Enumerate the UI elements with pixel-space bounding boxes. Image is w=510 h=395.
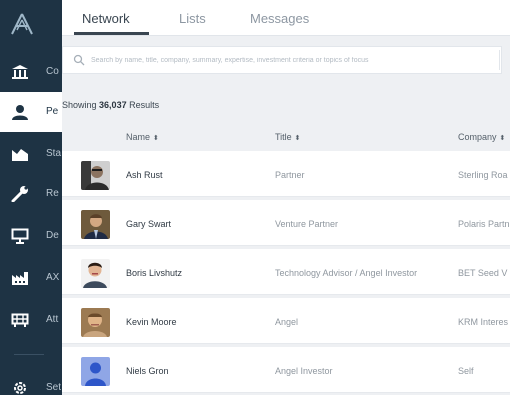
avatar[interactable] [81,161,110,190]
column-header-label: Title [275,132,292,142]
table-row[interactable]: Gary Swart Venture Partner Polaris Partn [62,200,510,246]
presentation-icon [11,228,29,244]
sidebar-item-label: Sta [46,148,62,159]
sidebar-item-attendees[interactable]: Att [0,300,62,340]
factory-icon [12,272,28,285]
sort-icon: ⬍ [153,135,159,142]
sort-icon: ⬍ [294,135,301,142]
person-company[interactable]: Polaris Partn [458,219,510,229]
person-name[interactable]: Gary Swart [126,219,266,229]
logo-icon[interactable] [10,12,34,36]
column-header-label: Company [458,132,497,142]
person-name[interactable]: Boris Livshutz [126,268,266,278]
results-suffix: Results [129,100,160,110]
search-bar [62,46,502,74]
tab-messages[interactable]: Messages [250,11,309,26]
tab-network[interactable]: Network [82,11,130,26]
sidebar-item-label: Att [46,314,59,325]
sidebar-item-label: Co [46,66,59,77]
person-company[interactable]: Sterling Roa [458,170,510,180]
avatar[interactable] [81,308,110,337]
sort-icon: ⬍ [499,135,506,142]
person-name[interactable]: Niels Gron [126,366,266,376]
person-title: Angel Investor [275,366,333,376]
table-row[interactable]: Kevin Moore Angel KRM Interes [62,298,510,344]
table-row[interactable]: Ash Rust Partner Sterling Roa [62,151,510,197]
person-title: Venture Partner [275,219,339,229]
active-tab-indicator [74,32,149,35]
tab-bar: Network Lists Messages [62,0,510,36]
person-company[interactable]: Self [458,366,510,376]
grid-icon [11,313,29,327]
search-input[interactable] [91,52,491,68]
person-company[interactable]: KRM Interes [458,317,510,327]
avatar[interactable] [81,357,110,386]
sidebar-item-companies[interactable]: Co [0,52,62,92]
results-number: 36,037 [99,100,127,110]
sidebar-item-label: AX [46,272,60,283]
table-row[interactable]: Boris Livshutz Technology Advisor / Ange… [62,249,510,295]
sidebar-item-label: Set [46,382,62,393]
column-header-company[interactable]: Company ⬍ [458,132,505,142]
sidebar-item-label: De [46,230,59,241]
person-title: Angel [275,317,299,327]
chart-icon [12,149,28,161]
person-title: Partner [275,170,305,180]
sidebar: Co Pe Sta Re De AX Att Set [0,0,62,395]
results-count: Showing 36,037 Results [62,100,159,110]
avatar[interactable] [81,210,110,239]
person-company[interactable]: BET Seed V [458,268,510,278]
person-name[interactable]: Ash Rust [126,170,266,180]
person-icon [12,105,28,120]
sidebar-item-label: Pe [46,106,59,117]
results-prefix: Showing [62,100,97,110]
sidebar-divider [14,354,44,355]
sidebar-item-settings[interactable]: Set [0,372,62,395]
person-name[interactable]: Kevin Moore [126,317,266,327]
table-row[interactable]: Niels Gron Angel Investor Self [62,347,510,393]
table-header: Name ⬍ Title ⬍ Company ⬍ [62,128,510,148]
sidebar-item-demo[interactable]: De [0,216,62,256]
wrench-icon [11,186,28,202]
sidebar-item-label: Re [46,188,59,199]
search-divider [499,50,500,70]
bank-icon [12,65,28,79]
column-header-label: Name [126,132,151,142]
person-title: Technology Advisor / Angel Investor [275,268,418,278]
tab-lists[interactable]: Lists [179,11,206,26]
column-header-title[interactable]: Title ⬍ [275,132,301,142]
sidebar-item-resources[interactable]: Re [0,174,62,214]
search-icon [73,54,85,66]
gear-icon [14,382,26,394]
column-header-name[interactable]: Name ⬍ [126,132,159,142]
avatar[interactable] [81,259,110,288]
sidebar-item-ax[interactable]: AX [0,258,62,298]
sidebar-item-startups[interactable]: Sta [0,134,62,174]
sidebar-item-people[interactable]: Pe [0,92,62,132]
